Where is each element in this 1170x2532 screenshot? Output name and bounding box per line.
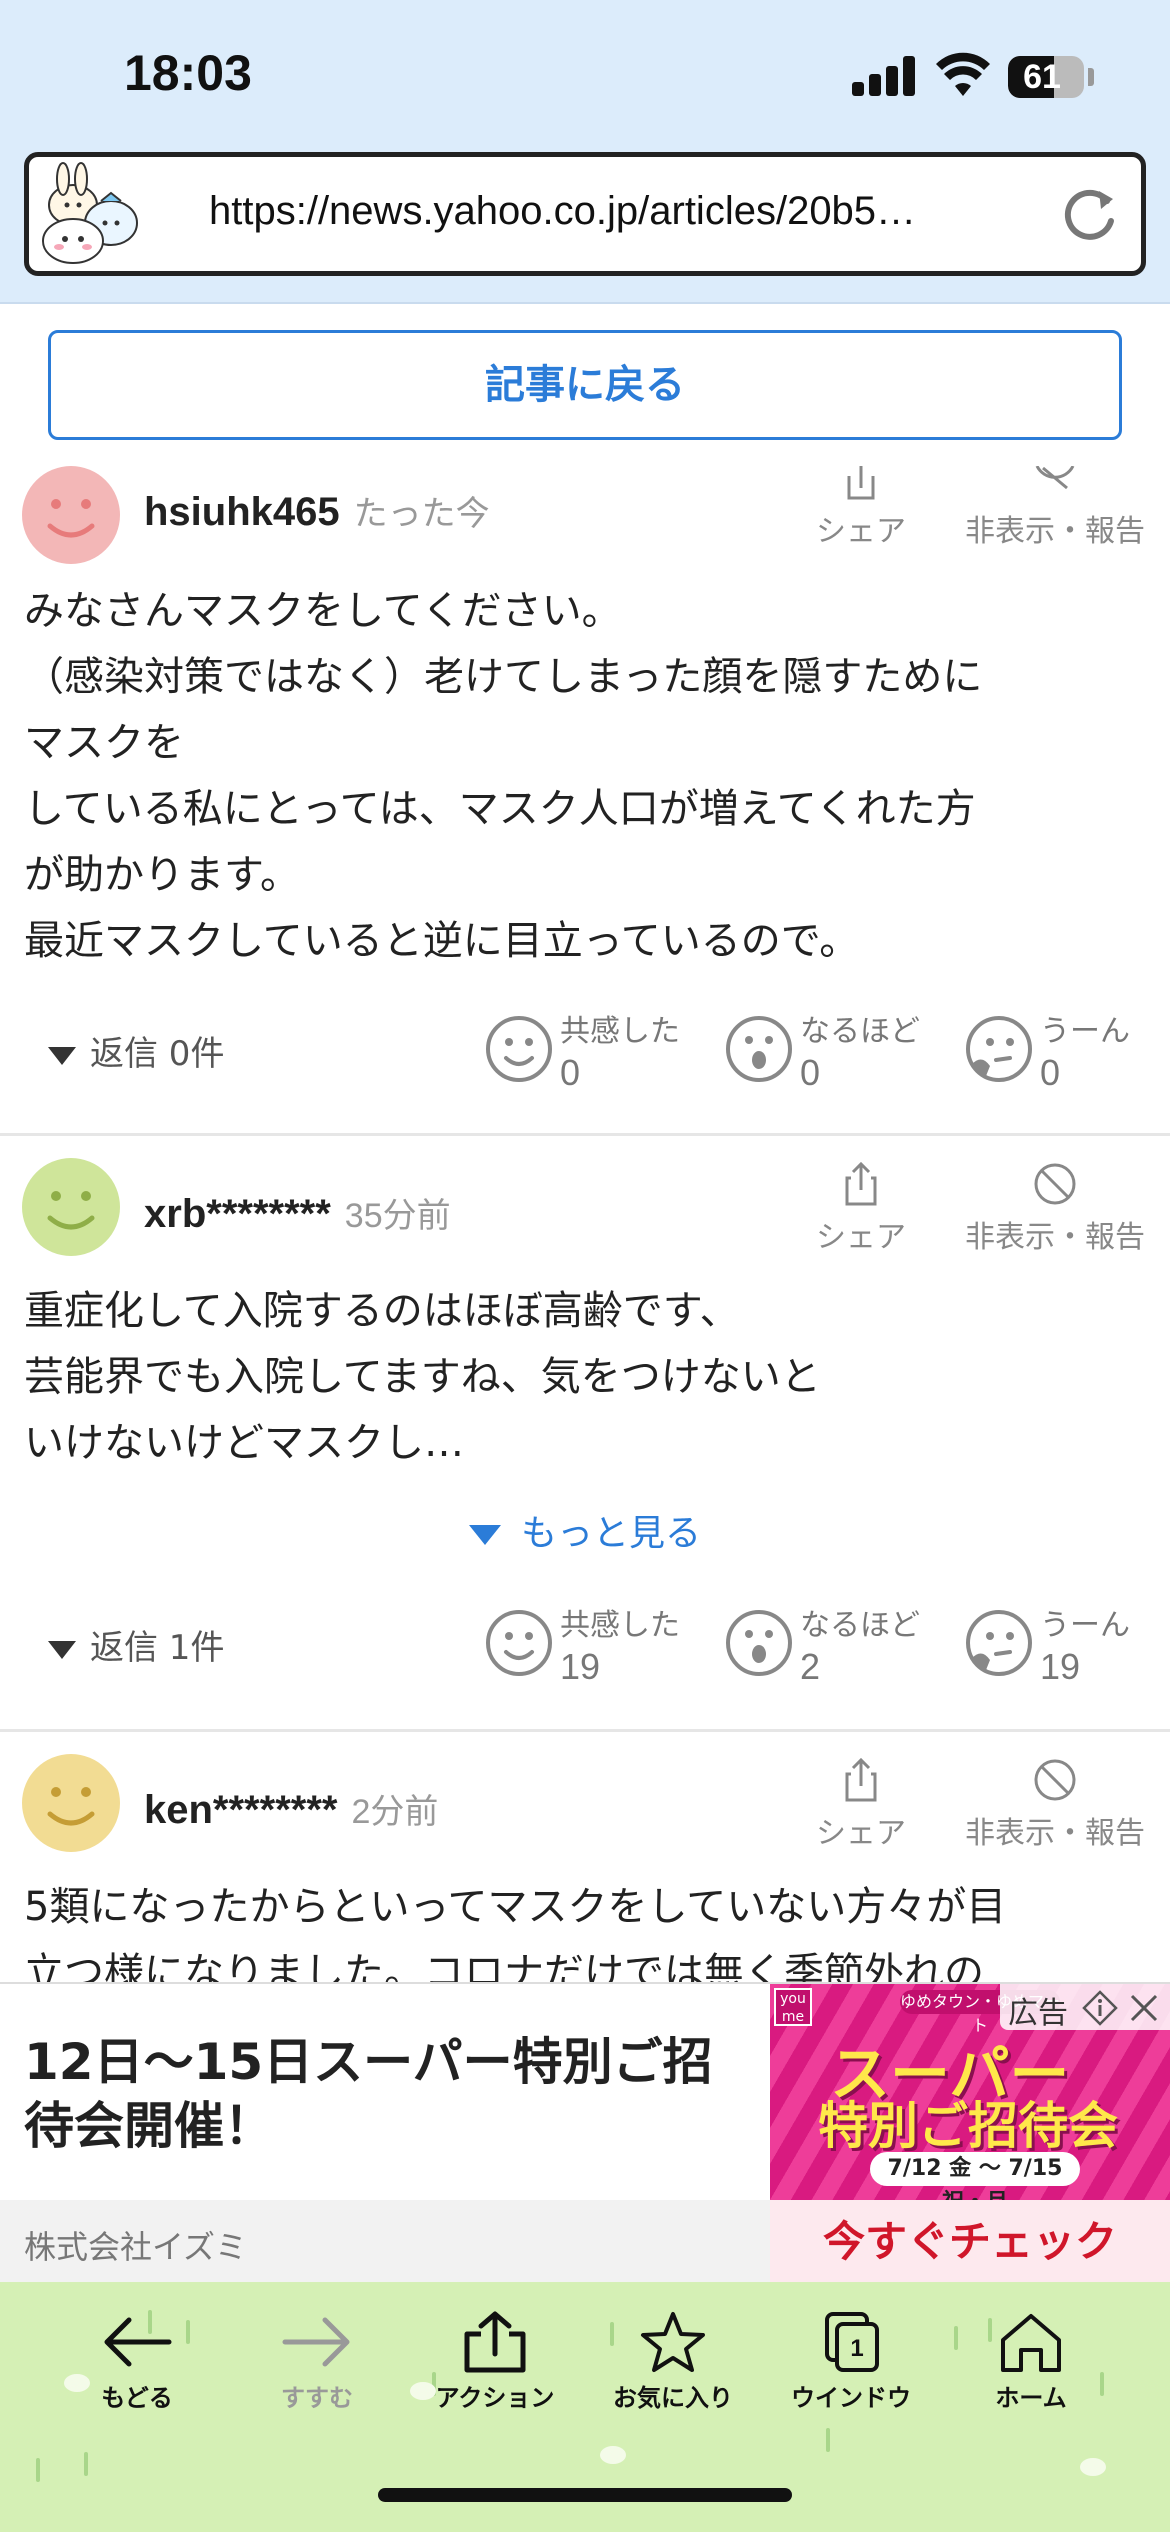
share-icon [847,466,875,500]
surprised-face-icon [726,1610,792,1676]
comment-body: 重症化して入院するのはほぼ高齢です、 芸能界でも入院してますね、気をつけないと … [24,1288,821,1466]
reaction-hmm[interactable]: うーん 0 [964,1006,1170,1102]
comment-body: みなさんマスクをしてください。 （感染対策ではなく）老けてしまった顔を隠すために… [24,588,983,964]
comment-timestamp: 35分前 [344,1197,451,1235]
cellular-signal-icon [852,56,916,96]
caret-down-icon [48,1046,76,1065]
username-text[interactable]: hsiuhk465 [144,490,340,534]
comment-item: xrb******** 35分前 シェア 非表示・報告 重症化して入院するのはほぼ… [0,1136,1170,1732]
home-icon [1001,2314,1061,2372]
dot-decoration [1080,2458,1106,2476]
reaction-empathy[interactable]: 共感した 19 [484,1600,714,1696]
ad-info-icon[interactable] [1082,1990,1118,2026]
url-text[interactable]: https://news.yahoo.co.jp/articles/20b5… [209,189,1059,234]
smile-face-icon [486,1016,552,1082]
reload-icon[interactable] [1059,183,1121,245]
comment-username[interactable]: ken******** 2分前 [144,1784,438,1833]
reaction-count: 19 [560,1646,601,1687]
thinking-face-icon [966,1016,1032,1082]
ad-image-subtitle: 特別ご招待会 [818,2097,1118,2155]
ad-image-dates: 7/12 金 〜 7/15 祝・月 [870,2152,1080,2200]
comment-username[interactable]: xrb******** 35分前 [144,1188,451,1237]
hide-report-button[interactable]: 非表示・報告 [960,1758,1150,1852]
toolbar-home-button[interactable]: ホーム [946,2310,1116,2413]
reaction-count: 0 [800,1052,821,1093]
battery-level: 61 [1023,58,1061,96]
ad-cta-button[interactable]: 今すぐチェック [770,2200,1170,2284]
arrow-left-icon [104,2317,172,2367]
username-text[interactable]: ken******** [144,1788,337,1832]
address-bar[interactable]: https://news.yahoo.co.jp/articles/20b5… [24,152,1146,276]
reply-toggle[interactable]: 返信 0件 [48,1026,224,1075]
grass-decoration [84,2452,88,2476]
comment-item: hsiuhk465 たった今 シェア 非表示・報告 みなさんマスクをしてください。… [0,466,1170,1136]
toolbar-back-button[interactable]: もどる [52,2310,222,2413]
reaction-count: 0 [1040,1052,1061,1093]
reaction-count: 19 [1040,1646,1081,1687]
back-to-article-button[interactable]: 記事に戻る [48,330,1122,440]
avatar[interactable] [22,1754,120,1852]
battery-icon: 61 [1008,56,1084,98]
ad-label-text: 広告 [1008,1996,1068,2031]
block-icon [1034,1759,1076,1801]
ad-headline[interactable]: 12日〜15日スーパー特別ご招待会開催！ [24,2030,744,2158]
avatar[interactable] [22,466,120,564]
share-icon [464,2311,526,2373]
ad-banner[interactable]: 12日〜15日スーパー特別ご招待会開催！ 株式会社イズミ you me ゆめタウ… [0,1982,1170,2284]
home-indicator[interactable] [378,2488,792,2502]
grass-decoration [826,2428,830,2452]
username-text[interactable]: xrb******** [144,1192,331,1236]
caret-down-icon [468,1525,501,1545]
ad-sponsor: 株式会社イズミ [24,2228,248,2266]
reaction-empathy[interactable]: 共感した 0 [484,1006,714,1102]
surprised-face-icon [726,1016,792,1082]
share-button[interactable]: シェア [806,1758,916,1852]
reaction-insight[interactable]: なるほど 0 [724,1006,954,1102]
toolbar-action-button[interactable]: アクション [410,2310,580,2413]
ad-logo: you me [774,1988,812,2026]
arrow-right-icon [282,2317,350,2367]
block-icon [1035,466,1075,490]
comment-timestamp: たった今 [353,495,490,533]
comment-body: 5類になったからといってマスクをしていない方々が目 立つ様になりました。コロナだ… [24,1884,1007,1992]
wifi-icon [936,52,990,96]
share-icon [845,1162,877,1206]
ad-label: 広告 [1000,1984,1170,2031]
reply-toggle[interactable]: 返信 1件 [48,1620,224,1669]
comment-timestamp: 2分前 [351,1793,439,1831]
hide-report-button[interactable]: 非表示・報告 [960,466,1150,550]
reaction-hmm[interactable]: うーん 19 [964,1600,1170,1696]
windows-icon: 1 [825,2312,879,2372]
hide-report-button[interactable]: 非表示・報告 [960,1162,1150,1256]
show-more-link[interactable]: もっと見る [0,1504,1170,1556]
block-icon [1034,1163,1076,1205]
avatar[interactable] [22,1158,120,1256]
thinking-face-icon [966,1610,1032,1676]
dot-decoration [600,2446,626,2464]
toolbar-bookmark-button[interactable]: お気に入り [588,2310,758,2413]
browser-mascot-icon [42,162,138,264]
ad-sponsor-row: 株式会社イズミ [0,2200,770,2284]
share-button[interactable]: シェア [806,1162,916,1256]
grass-decoration [36,2458,40,2482]
window-count: 1 [850,2335,863,2362]
status-and-address-area: 18:03 61 https://news.yahoo.co.jp/articl… [0,0,1170,304]
share-button[interactable]: シェア [806,466,916,550]
reaction-count: 0 [560,1052,581,1093]
smile-face-icon [486,1610,552,1676]
close-icon[interactable] [1126,1990,1162,2026]
toolbar-forward-button[interactable]: すすむ [232,2310,402,2413]
comment-item: ken******** 2分前 シェア 非表示・報告 5類になったからといってマス… [0,1732,1170,1992]
star-icon [641,2312,705,2372]
toolbar-windows-button[interactable]: 1 ウインドウ [766,2310,936,2413]
comment-username[interactable]: hsiuhk465 たった今 [144,486,490,535]
reaction-insight[interactable]: なるほど 2 [724,1600,954,1696]
caret-down-icon [48,1640,76,1659]
battery-tip [1088,68,1094,86]
status-time: 18:03 [124,45,252,101]
reaction-count: 2 [800,1646,821,1687]
share-icon [845,1758,877,1802]
